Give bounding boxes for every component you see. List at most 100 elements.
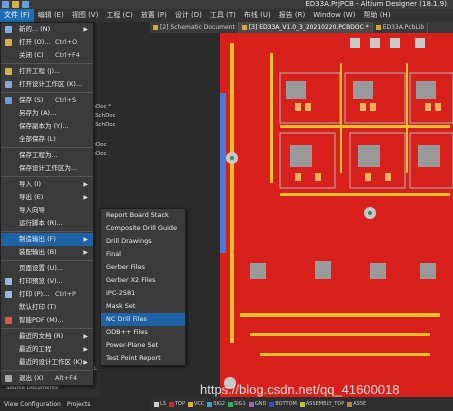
document-tab[interactable]: [2] Schematic Document: [150, 22, 239, 33]
layer-color-swatch: [187, 401, 193, 407]
file-menu-item[interactable]: 打开工程 (J)...: [1, 65, 93, 78]
layer-color-swatch: [207, 401, 213, 407]
submenu-item-test-point-report[interactable]: Test Point Report: [101, 352, 185, 365]
menu-8[interactable]: 报告 (R): [275, 9, 310, 22]
menu-item-icon: [5, 317, 12, 324]
menu-item-label: 智能PDF (M)...: [19, 316, 64, 324]
title-bar: ED33A.PrjPCB - Altium Designer (18.1.9): [0, 0, 453, 9]
menu-item-label: 保存设计工作区为...: [19, 164, 78, 172]
save-icon[interactable]: [22, 1, 29, 8]
file-menu-item[interactable]: 全部保存 (L): [1, 133, 93, 146]
file-menu-item[interactable]: 保存 (S) Ctrl+S: [1, 94, 93, 107]
menu-separator: [1, 147, 93, 148]
layer-tab[interactable]: TOP: [168, 401, 185, 407]
submenu-item-composite-drill-guide[interactable]: Composite Drill Guide: [101, 222, 185, 235]
file-menu-item[interactable]: 另存为 (A)...: [1, 107, 93, 120]
menu-item-label: 打印预览 (V)...: [19, 277, 63, 285]
menu-6[interactable]: 工具 (T): [206, 9, 240, 22]
menu-item-icon: [5, 26, 12, 33]
layer-tab[interactable]: LS: [154, 401, 166, 407]
submenu-item-ipc-2581[interactable]: IPC-2581: [101, 287, 185, 300]
menu-5[interactable]: 设计 (D): [171, 9, 206, 22]
menu-item-label: 导出 (E): [19, 193, 44, 201]
menu-item-label: 全部保存 (L): [19, 135, 56, 143]
menu-item-label: 退出 (X): [19, 374, 44, 382]
chevron-right-icon: ▶: [83, 333, 88, 340]
open-icon[interactable]: [12, 1, 19, 8]
panel-tab[interactable]: View Configuration: [4, 401, 61, 408]
file-menu-item[interactable]: 保存副本为 (Y)...: [1, 120, 93, 133]
menu-item-label: 保存副本为 (Y)...: [19, 122, 69, 130]
file-menu-item[interactable]: 打印 (P)... Ctrl+P: [1, 288, 93, 301]
panel-tab[interactable]: Projects: [67, 401, 91, 408]
menu-item-icon: [5, 39, 12, 46]
file-menu-item[interactable]: 默认打印 (T): [1, 301, 93, 314]
document-tab-bar: [2] Schematic Document [3] ED33A_V1.0_3_2…: [150, 22, 453, 33]
tab-label: [3] ED33A_V1.0_3_20210220.PCBDOC *: [248, 24, 369, 31]
file-menu-item[interactable]: 退出 (X) Alt+F4: [1, 372, 93, 385]
menu-item-label: 导入向导: [19, 206, 45, 214]
file-menu-item[interactable]: 导入向导: [1, 204, 93, 217]
layer-tab[interactable]: VCC: [187, 401, 204, 407]
submenu-item-gerber-x2-files[interactable]: Gerber X2 Files: [101, 274, 185, 287]
shortcut-label: Ctrl+O: [55, 38, 78, 46]
submenu-item-mask-set[interactable]: Mask Set: [101, 300, 185, 313]
layer-tab[interactable]: ASSEMBLY_TOP: [299, 401, 344, 407]
layer-tab-bar: LS TOP VCC SIG2 SIG1 GND BOTTOM ASSEMBLY_TOP ASS…: [150, 397, 453, 411]
file-menu-item[interactable]: 打印预览 (V)...: [1, 275, 93, 288]
shortcut-label: Ctrl+P: [55, 290, 76, 298]
file-menu-item[interactable]: 保存工程为...: [1, 149, 93, 162]
file-menu-item[interactable]: 页面设置 (U)...: [1, 262, 93, 275]
menu-4[interactable]: 放置 (P): [137, 9, 171, 22]
submenu-item-nc-drill-files[interactable]: NC Drill Files: [101, 313, 185, 326]
app-icon: [2, 1, 9, 8]
submenu-item-report-board-stack[interactable]: Report Board Stack: [101, 209, 185, 222]
menu-item-label: 打开设计工作区 (K)...: [19, 80, 83, 88]
document-tab[interactable]: ED33A.PcbLib: [373, 22, 429, 33]
file-menu-item[interactable]: 导入 (I) ▶: [1, 178, 93, 191]
file-menu-item[interactable]: 最近的工程 ▶: [1, 343, 93, 356]
file-menu-item[interactable]: 保存设计工作区为...: [1, 162, 93, 175]
submenu-item-drill-drawings[interactable]: Drill Drawings: [101, 235, 185, 248]
menu-separator: [1, 231, 93, 232]
file-menu-item[interactable]: 打开设计工作区 (K)...: [1, 78, 93, 91]
file-menu-item[interactable]: 导出 (E) ▶: [1, 191, 93, 204]
file-menu-item[interactable]: 制造输出 (F) ▶: [1, 233, 93, 246]
submenu-item-odb-files[interactable]: ODB++ Files: [101, 326, 185, 339]
layer-name: BOTTOM: [275, 401, 297, 407]
menu-0[interactable]: 文件 (F): [0, 9, 34, 22]
menu-1[interactable]: 编辑 (E): [34, 9, 68, 22]
layer-tab[interactable]: BOTTOM: [269, 401, 297, 407]
menu-9[interactable]: Window (W): [309, 9, 359, 22]
menu-3[interactable]: 工程 (C): [102, 9, 137, 22]
pcb-canvas[interactable]: [220, 33, 453, 397]
chevron-right-icon: ▶: [83, 249, 88, 256]
menu-10[interactable]: 帮助 (H): [359, 9, 394, 22]
file-menu-item[interactable]: 最近的设计工作区 (K) ▶: [1, 356, 93, 369]
file-menu-item[interactable]: 打开 (O)... Ctrl+O: [1, 36, 93, 49]
layer-color-swatch: [347, 401, 353, 407]
file-menu-item[interactable]: 运行脚本 (R)...: [1, 217, 93, 230]
menu-separator: [1, 92, 93, 93]
file-menu-item[interactable]: 智能PDF (M)...: [1, 314, 93, 327]
panel-tabs: View Configuration Projects: [0, 397, 154, 411]
layer-name: SIG1: [234, 401, 246, 407]
menu-item-icon: [5, 375, 12, 382]
document-tab[interactable]: [3] ED33A_V1.0_3_20210220.PCBDOC *: [238, 22, 373, 33]
layer-tab[interactable]: SIG2: [207, 401, 225, 407]
file-menu-item[interactable]: 最近的文档 (R) ▶: [1, 330, 93, 343]
watermark-text: https://blog.csdn.net/qq_41600018: [200, 382, 400, 397]
file-menu-item[interactable]: 关闭 (C) Ctrl+F4: [1, 49, 93, 62]
window-title: ED33A.PrjPCB - Altium Designer (18.1.9): [305, 0, 447, 8]
file-menu-item[interactable]: 新的... (N) ▶: [1, 23, 93, 36]
submenu-item-final[interactable]: Final: [101, 248, 185, 261]
file-menu-item[interactable]: 装配输出 (B) ▶: [1, 246, 93, 259]
layer-tab[interactable]: ASSE: [347, 401, 366, 407]
menu-2[interactable]: 视图 (V): [68, 9, 102, 22]
menu-7[interactable]: 布线 (U): [240, 9, 275, 22]
submenu-item-power-plane-set[interactable]: Power-Plane Set: [101, 339, 185, 352]
layer-tab[interactable]: GND: [248, 401, 266, 407]
layer-color-swatch: [228, 401, 234, 407]
submenu-item-gerber-files[interactable]: Gerber Files: [101, 261, 185, 274]
layer-tab[interactable]: SIG1: [228, 401, 246, 407]
